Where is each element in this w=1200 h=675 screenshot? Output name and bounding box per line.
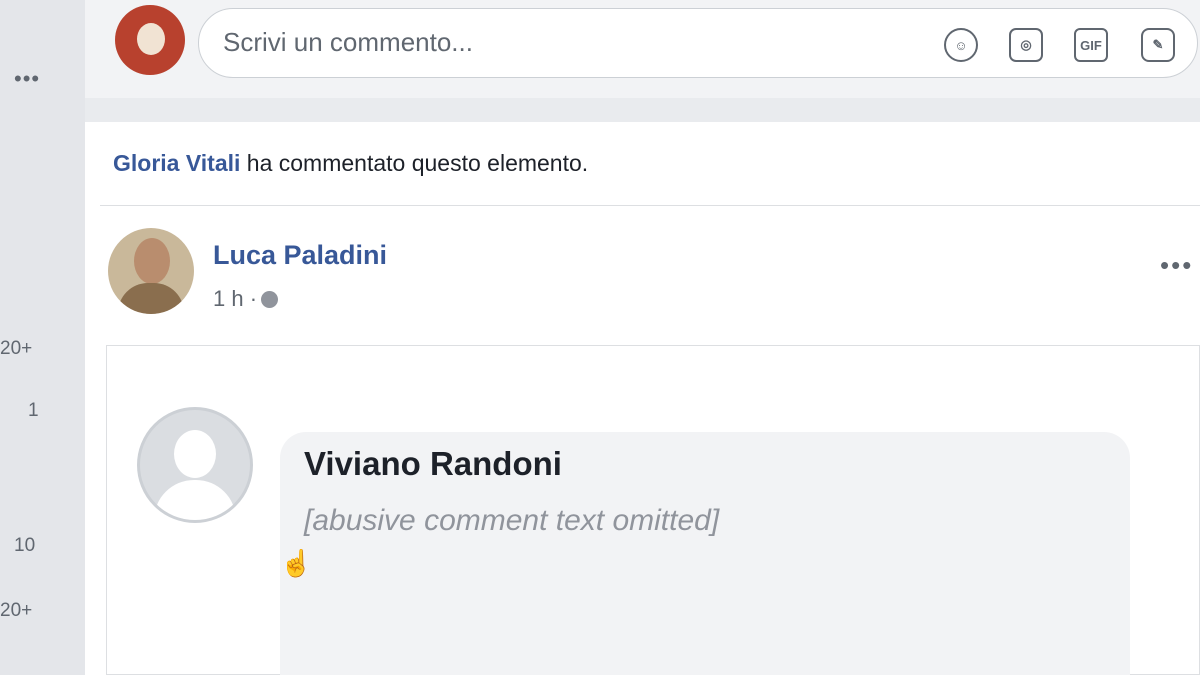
activity-text: ha commentato questo elemento. (240, 150, 589, 176)
author-name-link[interactable]: Luca Paladini (213, 240, 387, 271)
emoji-icon[interactable]: ☺ (944, 28, 978, 62)
comment-input[interactable]: Scrivi un commento... ☺ ◎ GIF ✎ (198, 8, 1198, 78)
sticker-icon[interactable]: ✎ (1141, 28, 1175, 62)
camera-icon[interactable]: ◎ (1009, 28, 1043, 62)
current-user-avatar[interactable] (115, 5, 185, 75)
globe-icon (261, 291, 279, 308)
comment-body: [abusive comment text omitted] (304, 504, 720, 537)
hand-cursor-icon: ☝ (280, 548, 313, 578)
post-options-icon[interactable]: ••• (1160, 250, 1193, 281)
notification-count: 10 (14, 535, 36, 556)
comment-placeholder: Scrivi un commento... (223, 27, 473, 57)
activity-actor-link[interactable]: Gloria Vitali (113, 150, 240, 176)
notification-count: 1 (28, 400, 39, 421)
activity-line: Gloria Vitali ha commentato questo eleme… (113, 150, 588, 177)
more-options-icon[interactable]: ••• (14, 66, 40, 92)
default-avatar[interactable] (137, 407, 253, 523)
comment-author-link[interactable]: Viviano Randoni (304, 445, 562, 483)
gif-icon[interactable]: GIF (1074, 28, 1108, 62)
author-avatar[interactable] (108, 228, 194, 314)
post-timestamp[interactable]: 1 h · (213, 286, 279, 312)
post-time: 1 h · (213, 286, 258, 311)
divider (100, 205, 1200, 206)
notification-count: 20+ (0, 600, 33, 621)
notification-count: 20+ (0, 338, 33, 359)
